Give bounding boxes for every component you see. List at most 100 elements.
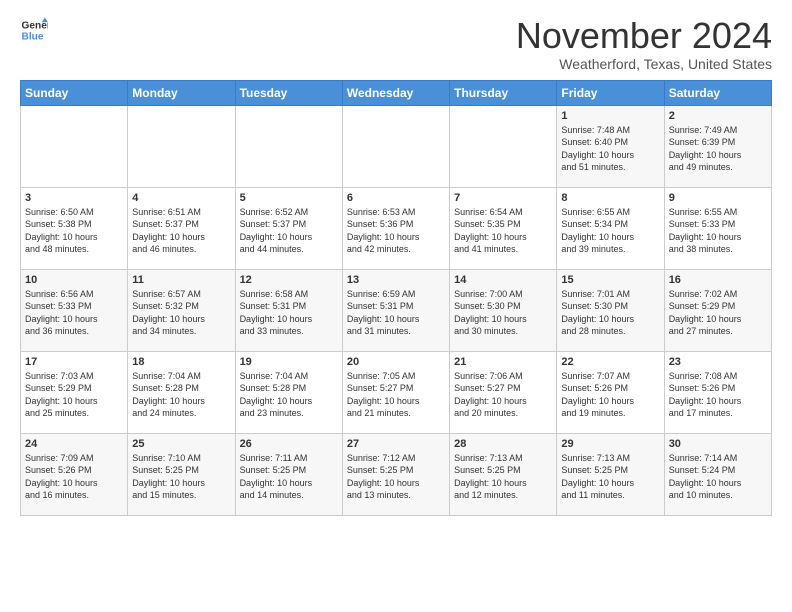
calendar-cell: 16 Sunrise: 7:02 AM Sunset: 5:29 PM Dayli…	[664, 269, 771, 351]
page: General Blue November 2024 Weatherford, …	[0, 0, 792, 612]
calendar-cell: 1 Sunrise: 7:48 AM Sunset: 6:40 PM Daylig…	[557, 105, 664, 187]
day-number: 3	[25, 192, 123, 204]
day-number: 21	[454, 356, 552, 368]
calendar-cell: 4 Sunrise: 6:51 AM Sunset: 5:37 PM Daylig…	[128, 187, 235, 269]
day-number: 13	[347, 274, 445, 286]
calendar-cell: 24 Sunrise: 7:09 AM Sunset: 5:26 PM Dayli…	[21, 433, 128, 515]
day-info: Sunrise: 7:06 AM Sunset: 5:27 PM Dayligh…	[454, 370, 552, 420]
calendar-cell: 20 Sunrise: 7:05 AM Sunset: 5:27 PM Dayli…	[342, 351, 449, 433]
calendar-cell: 19 Sunrise: 7:04 AM Sunset: 5:28 PM Dayli…	[235, 351, 342, 433]
calendar-cell	[342, 105, 449, 187]
day-info: Sunrise: 6:55 AM Sunset: 5:34 PM Dayligh…	[561, 206, 659, 256]
day-info: Sunrise: 7:00 AM Sunset: 5:30 PM Dayligh…	[454, 288, 552, 338]
day-info: Sunrise: 7:11 AM Sunset: 5:25 PM Dayligh…	[240, 452, 338, 502]
calendar-cell: 15 Sunrise: 7:01 AM Sunset: 5:30 PM Dayli…	[557, 269, 664, 351]
col-saturday: Saturday	[664, 80, 771, 105]
col-wednesday: Wednesday	[342, 80, 449, 105]
calendar-cell: 12 Sunrise: 6:58 AM Sunset: 5:31 PM Dayli…	[235, 269, 342, 351]
day-number: 23	[669, 356, 767, 368]
day-number: 15	[561, 274, 659, 286]
calendar-cell: 13Sunrise: 6:59 AM Sunset: 5:31 PM Dayli…	[342, 269, 449, 351]
calendar-cell: 6 Sunrise: 6:53 AM Sunset: 5:36 PM Daylig…	[342, 187, 449, 269]
day-number: 22	[561, 356, 659, 368]
calendar-cell: 8 Sunrise: 6:55 AM Sunset: 5:34 PM Daylig…	[557, 187, 664, 269]
calendar-cell: 28 Sunrise: 7:13 AM Sunset: 5:25 PM Dayli…	[450, 433, 557, 515]
day-number: 10	[25, 274, 123, 286]
calendar-cell: 27Sunrise: 7:12 AM Sunset: 5:25 PM Dayli…	[342, 433, 449, 515]
day-info: Sunrise: 6:56 AM Sunset: 5:33 PM Dayligh…	[25, 288, 123, 338]
day-number: 5	[240, 192, 338, 204]
calendar-cell: 9 Sunrise: 6:55 AM Sunset: 5:33 PM Daylig…	[664, 187, 771, 269]
day-info: Sunrise: 6:55 AM Sunset: 5:33 PM Dayligh…	[669, 206, 767, 256]
day-info: Sunrise: 6:53 AM Sunset: 5:36 PM Dayligh…	[347, 206, 445, 256]
day-number: 26	[240, 438, 338, 450]
calendar-cell: 2Sunrise: 7:49 AM Sunset: 6:39 PM Daylig…	[664, 105, 771, 187]
day-info: Sunrise: 7:09 AM Sunset: 5:26 PM Dayligh…	[25, 452, 123, 502]
calendar-table: Sunday Monday Tuesday Wednesday Thursday…	[20, 80, 772, 516]
week-row-0: 1 Sunrise: 7:48 AM Sunset: 6:40 PM Daylig…	[21, 105, 772, 187]
day-number: 16	[669, 274, 767, 286]
day-info: Sunrise: 7:07 AM Sunset: 5:26 PM Dayligh…	[561, 370, 659, 420]
day-info: Sunrise: 7:04 AM Sunset: 5:28 PM Dayligh…	[240, 370, 338, 420]
day-info: Sunrise: 7:08 AM Sunset: 5:26 PM Dayligh…	[669, 370, 767, 420]
day-info: Sunrise: 7:48 AM Sunset: 6:40 PM Dayligh…	[561, 124, 659, 174]
day-number: 19	[240, 356, 338, 368]
location: Weatherford, Texas, United States	[516, 56, 772, 72]
day-number: 18	[132, 356, 230, 368]
day-info: Sunrise: 7:13 AM Sunset: 5:25 PM Dayligh…	[454, 452, 552, 502]
col-monday: Monday	[128, 80, 235, 105]
calendar-cell: 3 Sunrise: 6:50 AM Sunset: 5:38 PM Daylig…	[21, 187, 128, 269]
day-number: 28	[454, 438, 552, 450]
day-info: Sunrise: 7:01 AM Sunset: 5:30 PM Dayligh…	[561, 288, 659, 338]
day-number: 6	[347, 192, 445, 204]
day-info: Sunrise: 7:14 AM Sunset: 5:24 PM Dayligh…	[669, 452, 767, 502]
calendar-cell: 21 Sunrise: 7:06 AM Sunset: 5:27 PM Dayli…	[450, 351, 557, 433]
month-title: November 2024	[516, 16, 772, 56]
col-friday: Friday	[557, 80, 664, 105]
calendar-cell: 14Sunrise: 7:00 AM Sunset: 5:30 PM Dayli…	[450, 269, 557, 351]
day-number: 2	[669, 110, 767, 122]
calendar-cell: 7 Sunrise: 6:54 AM Sunset: 5:35 PM Daylig…	[450, 187, 557, 269]
day-number: 1	[561, 110, 659, 122]
logo: General Blue	[20, 16, 48, 44]
week-row-3: 17 Sunrise: 7:03 AM Sunset: 5:29 PM Dayli…	[21, 351, 772, 433]
calendar-cell: 30 Sunrise: 7:14 AM Sunset: 5:24 PM Dayli…	[664, 433, 771, 515]
day-number: 7	[454, 192, 552, 204]
day-number: 9	[669, 192, 767, 204]
logo-icon: General Blue	[20, 16, 48, 44]
day-number: 4	[132, 192, 230, 204]
calendar-cell: 5 Sunrise: 6:52 AM Sunset: 5:37 PM Daylig…	[235, 187, 342, 269]
day-info: Sunrise: 7:05 AM Sunset: 5:27 PM Dayligh…	[347, 370, 445, 420]
header: General Blue November 2024 Weatherford, …	[20, 16, 772, 72]
day-info: Sunrise: 6:54 AM Sunset: 5:35 PM Dayligh…	[454, 206, 552, 256]
day-info: Sunrise: 7:03 AM Sunset: 5:29 PM Dayligh…	[25, 370, 123, 420]
day-number: 17	[25, 356, 123, 368]
week-row-1: 3 Sunrise: 6:50 AM Sunset: 5:38 PM Daylig…	[21, 187, 772, 269]
day-number: 8	[561, 192, 659, 204]
calendar-cell: 25 Sunrise: 7:10 AM Sunset: 5:25 PM Dayli…	[128, 433, 235, 515]
calendar-cell: 18 Sunrise: 7:04 AM Sunset: 5:28 PM Dayli…	[128, 351, 235, 433]
day-number: 24	[25, 438, 123, 450]
week-row-2: 10 Sunrise: 6:56 AM Sunset: 5:33 PM Dayli…	[21, 269, 772, 351]
day-number: 12	[240, 274, 338, 286]
day-info: Sunrise: 7:10 AM Sunset: 5:25 PM Dayligh…	[132, 452, 230, 502]
day-info: Sunrise: 6:51 AM Sunset: 5:37 PM Dayligh…	[132, 206, 230, 256]
svg-text:Blue: Blue	[22, 31, 44, 42]
day-info: Sunrise: 6:58 AM Sunset: 5:31 PM Dayligh…	[240, 288, 338, 338]
day-info: Sunrise: 6:52 AM Sunset: 5:37 PM Dayligh…	[240, 206, 338, 256]
day-info: Sunrise: 6:50 AM Sunset: 5:38 PM Dayligh…	[25, 206, 123, 256]
day-number: 25	[132, 438, 230, 450]
day-number: 20	[347, 356, 445, 368]
day-number: 30	[669, 438, 767, 450]
col-tuesday: Tuesday	[235, 80, 342, 105]
day-number: 11	[132, 274, 230, 286]
calendar-cell: 29Sunrise: 7:13 AM Sunset: 5:25 PM Dayli…	[557, 433, 664, 515]
day-info: Sunrise: 7:02 AM Sunset: 5:29 PM Dayligh…	[669, 288, 767, 338]
calendar-cell	[450, 105, 557, 187]
calendar-cell: 11 Sunrise: 6:57 AM Sunset: 5:32 PM Dayli…	[128, 269, 235, 351]
day-info: Sunrise: 6:57 AM Sunset: 5:32 PM Dayligh…	[132, 288, 230, 338]
calendar-cell: 10 Sunrise: 6:56 AM Sunset: 5:33 PM Dayli…	[21, 269, 128, 351]
calendar-cell: 26 Sunrise: 7:11 AM Sunset: 5:25 PM Dayli…	[235, 433, 342, 515]
day-info: Sunrise: 7:04 AM Sunset: 5:28 PM Dayligh…	[132, 370, 230, 420]
day-info: Sunrise: 7:12 AM Sunset: 5:25 PM Dayligh…	[347, 452, 445, 502]
